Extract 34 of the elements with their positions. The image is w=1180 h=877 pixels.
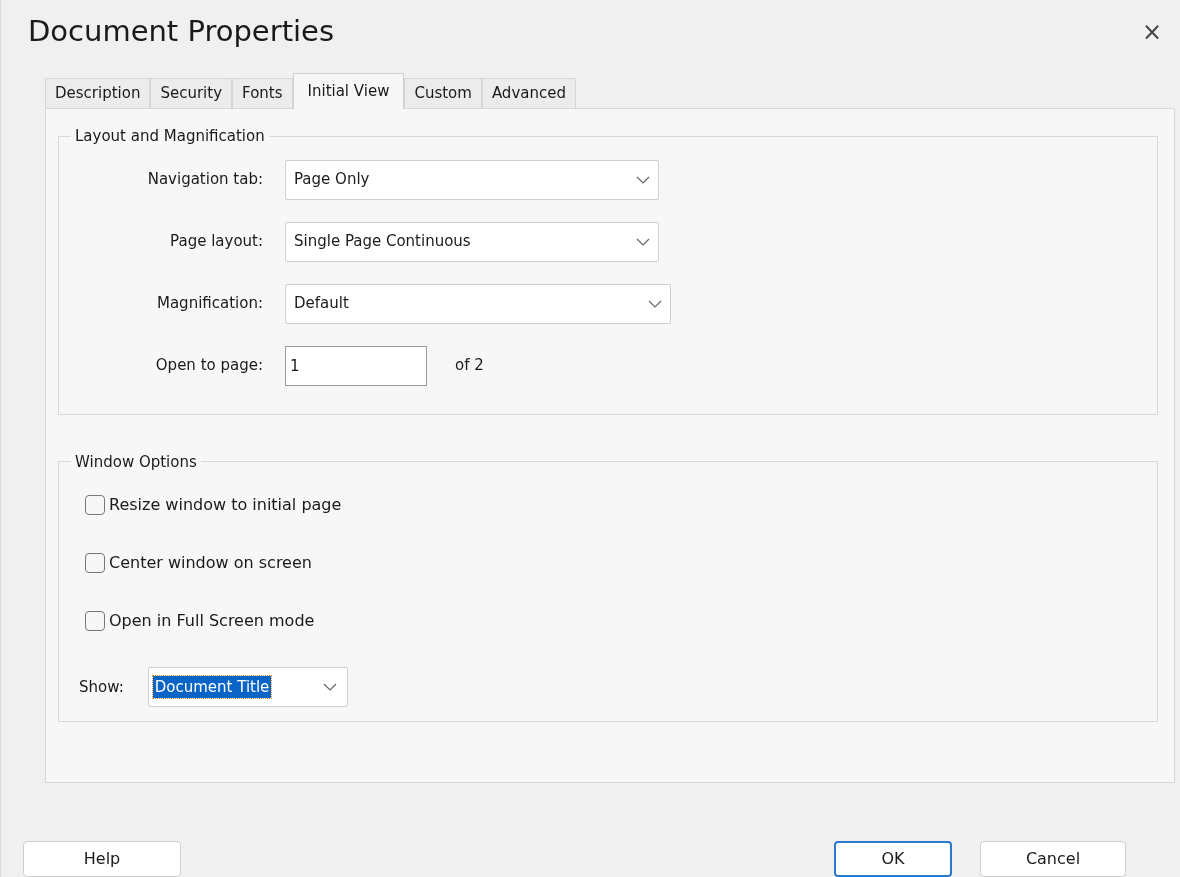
field-label: Open to page: [154, 355, 263, 377]
tab[interactable]: Initial View [292, 73, 405, 109]
field-label: Magnification: [156, 293, 263, 315]
field-label: Navigation tab: [146, 169, 263, 191]
checkbox-label: Open in Full Screen mode [109, 610, 315, 632]
chevron-down-icon [648, 299, 662, 308]
dropdown[interactable]: Default [285, 283, 671, 324]
dropdown[interactable]: Page Only [285, 159, 659, 200]
dialog-button[interactable]: OK [834, 841, 952, 877]
dropdown[interactable]: Document Title [147, 667, 348, 707]
tab[interactable]: Advanced [481, 78, 576, 108]
chevron-down-icon [636, 237, 650, 246]
tab[interactable]: Security [150, 78, 233, 108]
field-label: Show: [79, 676, 124, 698]
dialog-button[interactable]: Help [23, 841, 181, 877]
close-button[interactable]: × [1137, 14, 1166, 50]
tab[interactable]: Custom [404, 78, 482, 108]
page-number-field[interactable]: 1 [285, 345, 427, 386]
checkbox[interactable] [85, 611, 105, 631]
dropdown[interactable]: Single Page Continuous [285, 221, 659, 262]
checkbox[interactable] [85, 553, 105, 573]
group-title: Layout and Magnification [74, 126, 266, 147]
checkbox-label: Center window on screen [109, 552, 312, 574]
field-label: Page layout: [169, 231, 263, 253]
chevron-down-icon [322, 683, 337, 691]
group-title: Window Options [74, 451, 198, 473]
checkbox[interactable] [85, 495, 105, 515]
dialog-button[interactable]: Cancel [980, 841, 1126, 877]
page-count: of 2 [455, 355, 484, 377]
tab[interactable]: Fonts [232, 78, 293, 108]
chevron-down-icon [636, 175, 650, 184]
tab[interactable]: Description [45, 78, 151, 108]
checkbox-label: Resize window to initial page [109, 494, 342, 516]
window-title: Document Properties [28, 13, 334, 51]
